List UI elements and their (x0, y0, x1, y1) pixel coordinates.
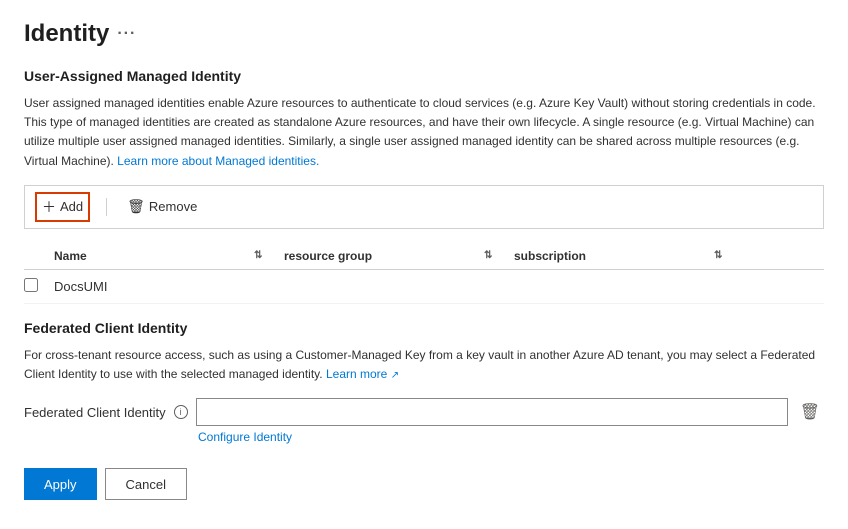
resource-group-column-header: resource group (284, 249, 484, 263)
toolbar-divider (106, 198, 107, 216)
trash-icon: 🗑 (800, 404, 820, 421)
external-link-icon: ↗ (391, 370, 399, 381)
apply-button[interactable]: Apply (24, 468, 97, 500)
federated-section: Federated Client Identity For cross-tena… (24, 320, 824, 444)
add-button[interactable]: ＋ Add (38, 195, 87, 219)
federated-description: For cross-tenant resource access, such a… (24, 346, 824, 384)
configure-identity-link[interactable]: Configure Identity (198, 430, 824, 444)
name-sort-icon[interactable]: ⇅ (254, 250, 284, 261)
user-assigned-description: User assigned managed identities enable … (24, 94, 824, 171)
user-assigned-section-title: User-Assigned Managed Identity (24, 68, 824, 84)
federated-delete-button[interactable]: 🗑 (796, 400, 824, 424)
federated-section-title: Federated Client Identity (24, 320, 824, 336)
user-assigned-section: User-Assigned Managed Identity User assi… (24, 68, 824, 304)
subscription-sort-icon[interactable]: ⇅ (714, 250, 744, 261)
row-name: DocsUMI (54, 279, 254, 294)
trash-icon: 🗑 (127, 198, 145, 215)
remove-button[interactable]: 🗑 Remove (123, 196, 201, 217)
add-btn-wrapper: ＋ Add (35, 192, 90, 222)
row-checkbox[interactable] (24, 278, 38, 292)
subscription-column-header: subscription (514, 249, 714, 263)
federated-field-label: Federated Client Identity (24, 405, 166, 420)
resource-group-sort-icon[interactable]: ⇅ (484, 250, 514, 261)
federated-client-identity-row: Federated Client Identity i 🗑 (24, 398, 824, 426)
info-icon[interactable]: i (174, 405, 188, 419)
learn-more-managed-identities-link[interactable]: Learn more about Managed identities. (117, 154, 319, 168)
ellipsis-menu-icon[interactable]: ··· (117, 25, 136, 43)
row-checkbox-cell[interactable] (24, 278, 54, 295)
page-title: Identity (24, 20, 109, 48)
page-header: Identity ··· (24, 20, 824, 48)
name-column-header: Name (54, 249, 254, 263)
federated-learn-more-link[interactable]: Learn more ↗ (326, 367, 399, 381)
table-row: DocsUMI (24, 270, 824, 304)
footer-buttons: Apply Cancel (24, 468, 824, 500)
plus-icon: ＋ (42, 197, 56, 217)
user-assigned-toolbar: ＋ Add 🗑 Remove (24, 185, 824, 229)
federated-client-identity-input[interactable] (196, 398, 788, 426)
table-header: Name ⇅ resource group ⇅ subscription ⇅ (24, 243, 824, 270)
cancel-button[interactable]: Cancel (105, 468, 187, 500)
